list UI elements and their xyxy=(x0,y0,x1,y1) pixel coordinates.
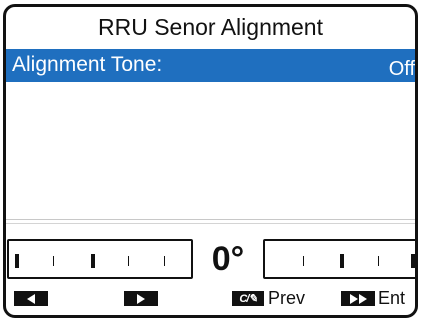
prev-key[interactable]: C/✎ xyxy=(232,291,264,306)
scale-tick xyxy=(164,256,165,266)
right-arrow-key[interactable] xyxy=(124,291,158,306)
scale-tick xyxy=(340,254,344,268)
alignment-tone-label: Alignment Tone: xyxy=(12,53,163,76)
angle-readout: 0° xyxy=(211,240,245,278)
scale-tick xyxy=(91,254,95,268)
alignment-tone-row[interactable]: Alignment Tone: Off xyxy=(6,49,415,82)
scale-tick xyxy=(128,256,129,266)
right-arrow-icon xyxy=(137,293,145,304)
device-screen: RRU Senor Alignment Alignment Tone: Off … xyxy=(3,4,418,318)
divider xyxy=(6,219,415,220)
left-alignment-scale xyxy=(7,239,193,279)
softkey-bar: C/✎ Prev Ent xyxy=(6,285,415,315)
scale-tick xyxy=(15,254,19,268)
ent-label: Ent xyxy=(378,288,406,308)
prev-label: Prev xyxy=(268,288,306,308)
scale-tick xyxy=(411,254,415,268)
scale-tick xyxy=(53,256,54,266)
ent-key[interactable] xyxy=(341,291,375,306)
double-arrow-icon xyxy=(349,293,367,304)
scale-tick xyxy=(303,256,304,266)
alignment-tone-value: Off xyxy=(388,58,415,80)
divider xyxy=(6,223,415,224)
page-title: RRU Senor Alignment xyxy=(98,14,323,40)
clear-edit-icon: C/✎ xyxy=(239,293,257,305)
scale-tick xyxy=(378,256,379,266)
right-alignment-scale xyxy=(263,239,415,279)
left-arrow-key[interactable] xyxy=(14,291,48,306)
left-arrow-icon xyxy=(27,293,35,304)
